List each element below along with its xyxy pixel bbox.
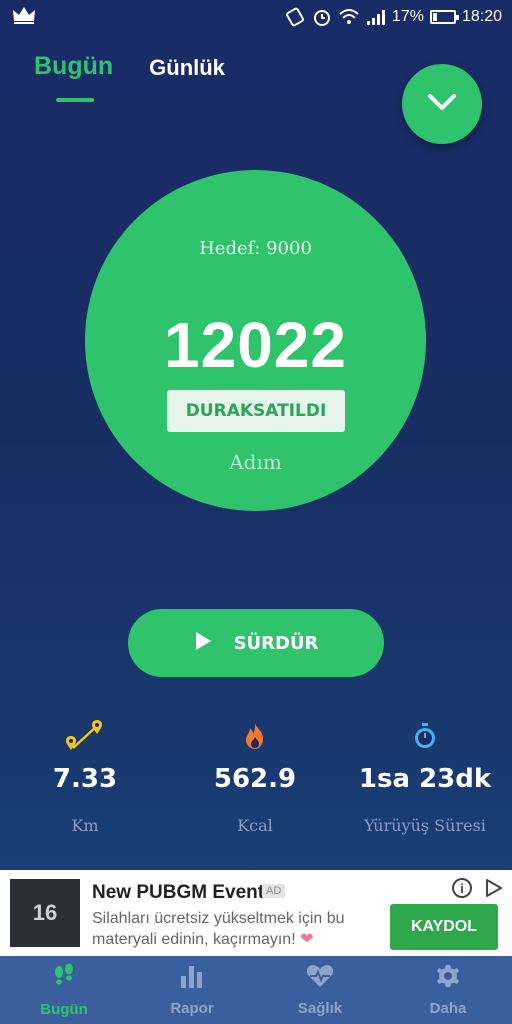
status-bar: 17% 18:20 [0,0,512,34]
stat-duration: 1sa 23dk Yürüyüş Süresi [340,716,510,835]
nav-label-more: Daha [429,999,467,1017]
resume-label: SÜRDÜR [233,632,319,654]
step-count: 12022 [164,309,347,381]
gear-icon [436,964,460,992]
stat-calories: 562.9 Kcal [170,716,340,835]
duration-label: Yürüyüş Süresi [364,816,486,835]
ad-choices-icon[interactable] [484,878,504,903]
heart-icon: ❤ [300,931,314,948]
battery-percent: 17% [391,8,424,25]
stat-distance: 7.33 Km [0,716,170,835]
goal-text: Hedef: 9000 [199,238,312,259]
info-icon[interactable]: i [452,878,472,898]
chevron-down-icon [424,90,460,119]
calories-value: 562.9 [213,764,297,794]
bottom-nav: Bugün Rapor Sağlık Daha [0,956,512,1024]
status-badge: DURAKSATILDI [167,390,345,432]
alarm-icon [312,7,332,27]
nav-item-today[interactable]: Bugün [0,956,128,1024]
step-counter-circle: Hedef: 9000 12022 DURAKSATILDI Adım [85,170,426,511]
resume-button[interactable]: SÜRDÜR [128,609,384,677]
active-tab-indicator [56,98,94,102]
ad-banner[interactable]: 16 New PUBGM Event AD Silahları ücretsiz… [0,870,512,956]
tab-bar: Bugün Günlük [34,52,225,81]
status-icons: 17% 18:20 [284,7,502,27]
distance-label: Km [71,816,99,835]
play-icon [194,631,212,656]
ad-description: Silahları ücretsiz yükseltmek için bu ma… [92,908,382,950]
crown-icon [12,5,36,30]
ad-title: New PUBGM Event [92,882,265,903]
expand-button[interactable] [402,64,482,144]
wifi-icon [338,8,360,26]
nav-item-report[interactable]: Rapor [128,956,256,1024]
flame-icon [241,716,269,756]
battery-icon [429,10,459,24]
map-pins-icon [63,716,107,756]
nav-label-today: Bugün [40,1000,88,1018]
stopwatch-icon [412,716,438,756]
footsteps-icon [51,963,77,993]
ad-thumbnail-text: 16 [32,900,58,925]
nav-item-health[interactable]: Sağlık [256,956,384,1024]
step-unit: Adım [229,450,282,474]
distance-value: 7.33 [52,764,118,794]
calories-label: Kcal [237,816,273,835]
bar-chart-icon [179,964,205,992]
rotate-icon [284,7,306,27]
stats-row: 7.33 Km 562.9 Kcal 1sa 23dk Yürüyüş Süre… [0,716,512,835]
clock-time: 18:20 [461,8,502,25]
ad-badge: AD [262,884,286,898]
ad-cta-button[interactable]: KAYDOL [390,904,498,950]
duration-value: 1sa 23dk [358,764,492,794]
nav-label-report: Rapor [170,999,214,1017]
ad-thumbnail[interactable]: 16 [10,879,80,947]
tab-today[interactable]: Bugün [34,52,113,81]
nav-label-health: Sağlık [297,999,343,1017]
tab-daily[interactable]: Günlük [149,55,225,81]
nav-item-more[interactable]: Daha [384,956,512,1024]
signal-icon [366,8,386,26]
heart-pulse-icon [306,964,334,992]
